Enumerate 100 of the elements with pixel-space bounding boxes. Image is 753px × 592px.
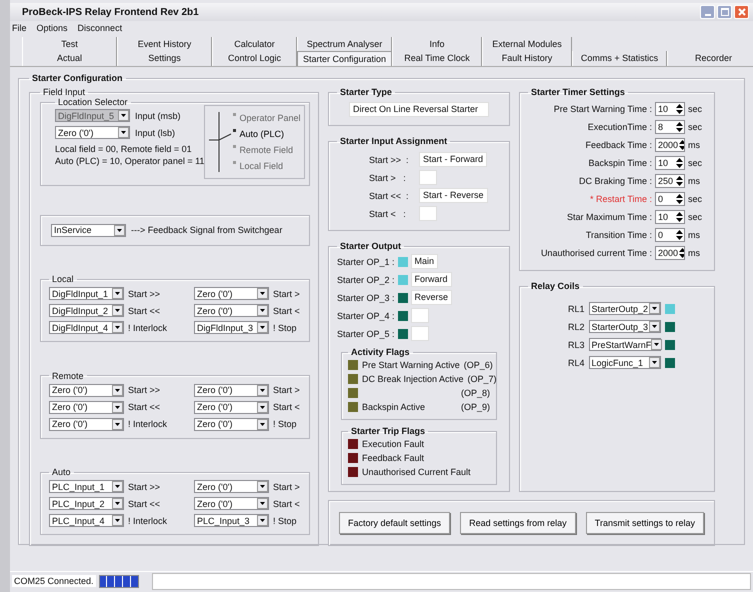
dropdown[interactable]: Zero ('0'): [194, 480, 269, 493]
spin-box[interactable]: 10: [655, 210, 685, 224]
caret-icon: [257, 305, 268, 316]
output-code: (OP_9): [460, 402, 490, 412]
dropdown[interactable]: LogicFunc_1: [588, 356, 661, 369]
tab[interactable]: External Modules: [482, 37, 572, 51]
tab[interactable]: Actual: [22, 51, 117, 66]
text-field[interactable]: Start - Forward: [419, 152, 488, 167]
text-field[interactable]: Direct On Line Reversal Starter: [349, 102, 489, 117]
selector-position[interactable]: Operator Panel: [233, 110, 300, 126]
tab[interactable]: Event History: [117, 37, 212, 51]
unit-label: sec: [688, 212, 702, 222]
dropdown[interactable]: Zero ('0'): [194, 384, 269, 396]
group-title: Starter Type: [339, 87, 393, 97]
setting-label: Feedback Time :: [585, 140, 652, 150]
action-button[interactable]: Factory default settings: [339, 512, 450, 534]
spin-arrows-icon: [678, 139, 684, 151]
text-field[interactable]: [419, 206, 437, 221]
spin-box[interactable]: 0: [655, 228, 685, 242]
caret-icon: [257, 418, 268, 430]
selector-position[interactable]: Auto (PLC): [233, 126, 300, 142]
input-label: ! Interlock: [128, 516, 168, 526]
close-button[interactable]: [734, 5, 749, 19]
dropdown[interactable]: DigFldInput_4: [49, 321, 124, 334]
relay-label: RL1: [568, 304, 585, 314]
dropdown[interactable]: Zero ('0'): [49, 384, 124, 396]
tab[interactable]: Calculator: [212, 37, 297, 51]
output-label: Starter OP_2 :: [337, 274, 395, 284]
dropdown[interactable]: DigFldInput_2: [49, 304, 124, 317]
unit-label: sec: [688, 104, 702, 114]
caret-icon: [118, 127, 129, 138]
input-label: Start >>: [128, 288, 162, 298]
menu-item[interactable]: File: [12, 23, 27, 35]
action-button[interactable]: Read settings from relay: [460, 512, 576, 534]
text-field[interactable]: Forward: [410, 272, 452, 287]
flag-label: Backspin Active: [362, 402, 426, 412]
dropdown[interactable]: Zero ('0'): [194, 400, 269, 414]
menu-item[interactable]: Options: [36, 23, 68, 35]
dropdown[interactable]: Zero ('0'): [55, 126, 130, 139]
dropdown[interactable]: DigFldInput_3: [194, 321, 269, 334]
tab[interactable]: Real Time Clock: [392, 51, 482, 66]
text-field[interactable]: Reverse: [410, 290, 452, 305]
text-field[interactable]: Start - Reverse: [419, 188, 488, 203]
unit-label: ms: [688, 176, 701, 186]
caret-icon: [112, 384, 123, 396]
maximize-button[interactable]: [717, 5, 732, 19]
selector-position[interactable]: Remote Field: [233, 142, 300, 158]
caret-icon: [112, 515, 123, 526]
dropdown[interactable]: PLC_Input_1: [49, 480, 124, 493]
action-button[interactable]: Transmit settings to relay: [586, 512, 704, 534]
tab[interactable]: Test: [22, 37, 117, 51]
flag-label: Feedback Fault: [362, 453, 426, 463]
dropdown[interactable]: Zero ('0'): [194, 497, 269, 510]
tab[interactable]: Info: [392, 37, 482, 51]
tab[interactable]: Comms + Statistics: [572, 51, 667, 66]
spin-box[interactable]: 2000: [655, 246, 685, 260]
dropdown[interactable]: Zero ('0'): [194, 304, 269, 317]
dropdown[interactable]: PLC_Input_3: [194, 514, 269, 527]
spin-box[interactable]: 250: [655, 174, 685, 188]
unit-label: ms: [688, 230, 701, 240]
dropdown[interactable]: Zero ('0'): [194, 287, 269, 300]
spin-box[interactable]: 0: [655, 192, 685, 206]
tab[interactable]: Fault History: [482, 51, 572, 66]
dropdown[interactable]: InService: [51, 224, 126, 236]
status-text: COM25 Connected.: [12, 575, 96, 587]
input-label: Start <: [273, 498, 301, 508]
menu-item[interactable]: Disconnect: [78, 23, 122, 35]
tab[interactable]: Recorder: [667, 51, 753, 66]
dropdown[interactable]: PLC_Input_4: [49, 514, 124, 527]
group-title: Remote: [51, 370, 85, 380]
spin-box[interactable]: 10: [655, 156, 685, 170]
setting-label: Unauthorised current Time :: [540, 248, 652, 258]
dropdown[interactable]: Zero ('0'): [49, 418, 124, 430]
maximize-icon: [720, 8, 728, 16]
group-title: Starter Trip Flags: [350, 426, 426, 436]
dropdown[interactable]: StarterOutp_3: [588, 320, 661, 333]
input-label: Start << :: [369, 190, 410, 200]
spin-arrows-icon: [675, 211, 684, 223]
dropdown[interactable]: PLC_Input_2: [49, 497, 124, 510]
tab[interactable]: Settings: [117, 51, 212, 66]
spin-box[interactable]: 10: [655, 102, 685, 116]
dropdown[interactable]: StarterOutp_2: [588, 302, 661, 315]
group-title: Starter Configuration: [31, 73, 124, 83]
dropdown[interactable]: PreStartWarnF: [588, 338, 661, 351]
selector-position[interactable]: Local Field: [233, 158, 300, 174]
output-code: (OP_7): [468, 374, 497, 384]
relay-label: RL3: [568, 340, 585, 350]
group-title: Starter Timer Settings: [530, 87, 626, 97]
spin-box[interactable]: 2000: [655, 138, 685, 152]
spin-box[interactable]: 8: [655, 120, 685, 134]
dropdown[interactable]: Zero ('0'): [49, 400, 124, 414]
text-field[interactable]: Main: [410, 254, 438, 269]
input-label: Input (msb): [135, 110, 181, 120]
dropdown[interactable]: Zero ('0'): [194, 418, 269, 430]
dropdown[interactable]: DigFldInput_1: [49, 287, 124, 300]
minimize-button[interactable]: [700, 5, 715, 19]
text-field[interactable]: [410, 326, 429, 341]
tab[interactable]: Starter Configuration: [297, 51, 392, 66]
text-field[interactable]: [410, 308, 429, 323]
text-field[interactable]: [419, 170, 437, 185]
